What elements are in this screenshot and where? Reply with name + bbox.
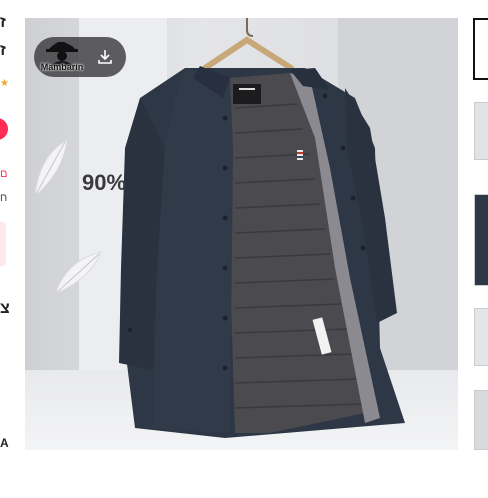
rating-star-icon: ★ — [0, 78, 9, 89]
left-bottom-fragment-2: A — [0, 436, 9, 450]
feather-icon — [34, 139, 68, 198]
left-small-fragment: ח — [0, 192, 8, 204]
badge-circle-icon[interactable] — [0, 118, 8, 140]
down-fill-percent: 90% — [82, 170, 127, 195]
left-line-fragment: ז — [0, 42, 6, 59]
thumbnail-item[interactable] — [474, 390, 488, 450]
left-bottom-fragment: צ — [0, 300, 10, 317]
product-main-image[interactable]: 90% — [25, 18, 458, 450]
watermark-name: Mambarin — [40, 62, 84, 72]
thumbnail-item[interactable] — [474, 194, 488, 286]
left-panel-strip: ז ז ★ ם ח צ A — [0, 0, 24, 498]
thumbnail-strip — [472, 18, 488, 498]
thumbnail-item[interactable] — [474, 102, 488, 160]
thumbnail-item[interactable] — [474, 308, 488, 366]
left-title-fragment: ז — [0, 14, 6, 31]
thumbnail-item[interactable] — [473, 18, 488, 80]
coat-illustration — [119, 18, 405, 438]
download-icon[interactable] — [96, 48, 114, 66]
feather-icon-2 — [54, 251, 102, 295]
left-price-fragment: ם — [0, 168, 8, 180]
left-button-fragment[interactable] — [0, 222, 6, 266]
watermark-badge[interactable]: Mambarin — [34, 37, 126, 77]
